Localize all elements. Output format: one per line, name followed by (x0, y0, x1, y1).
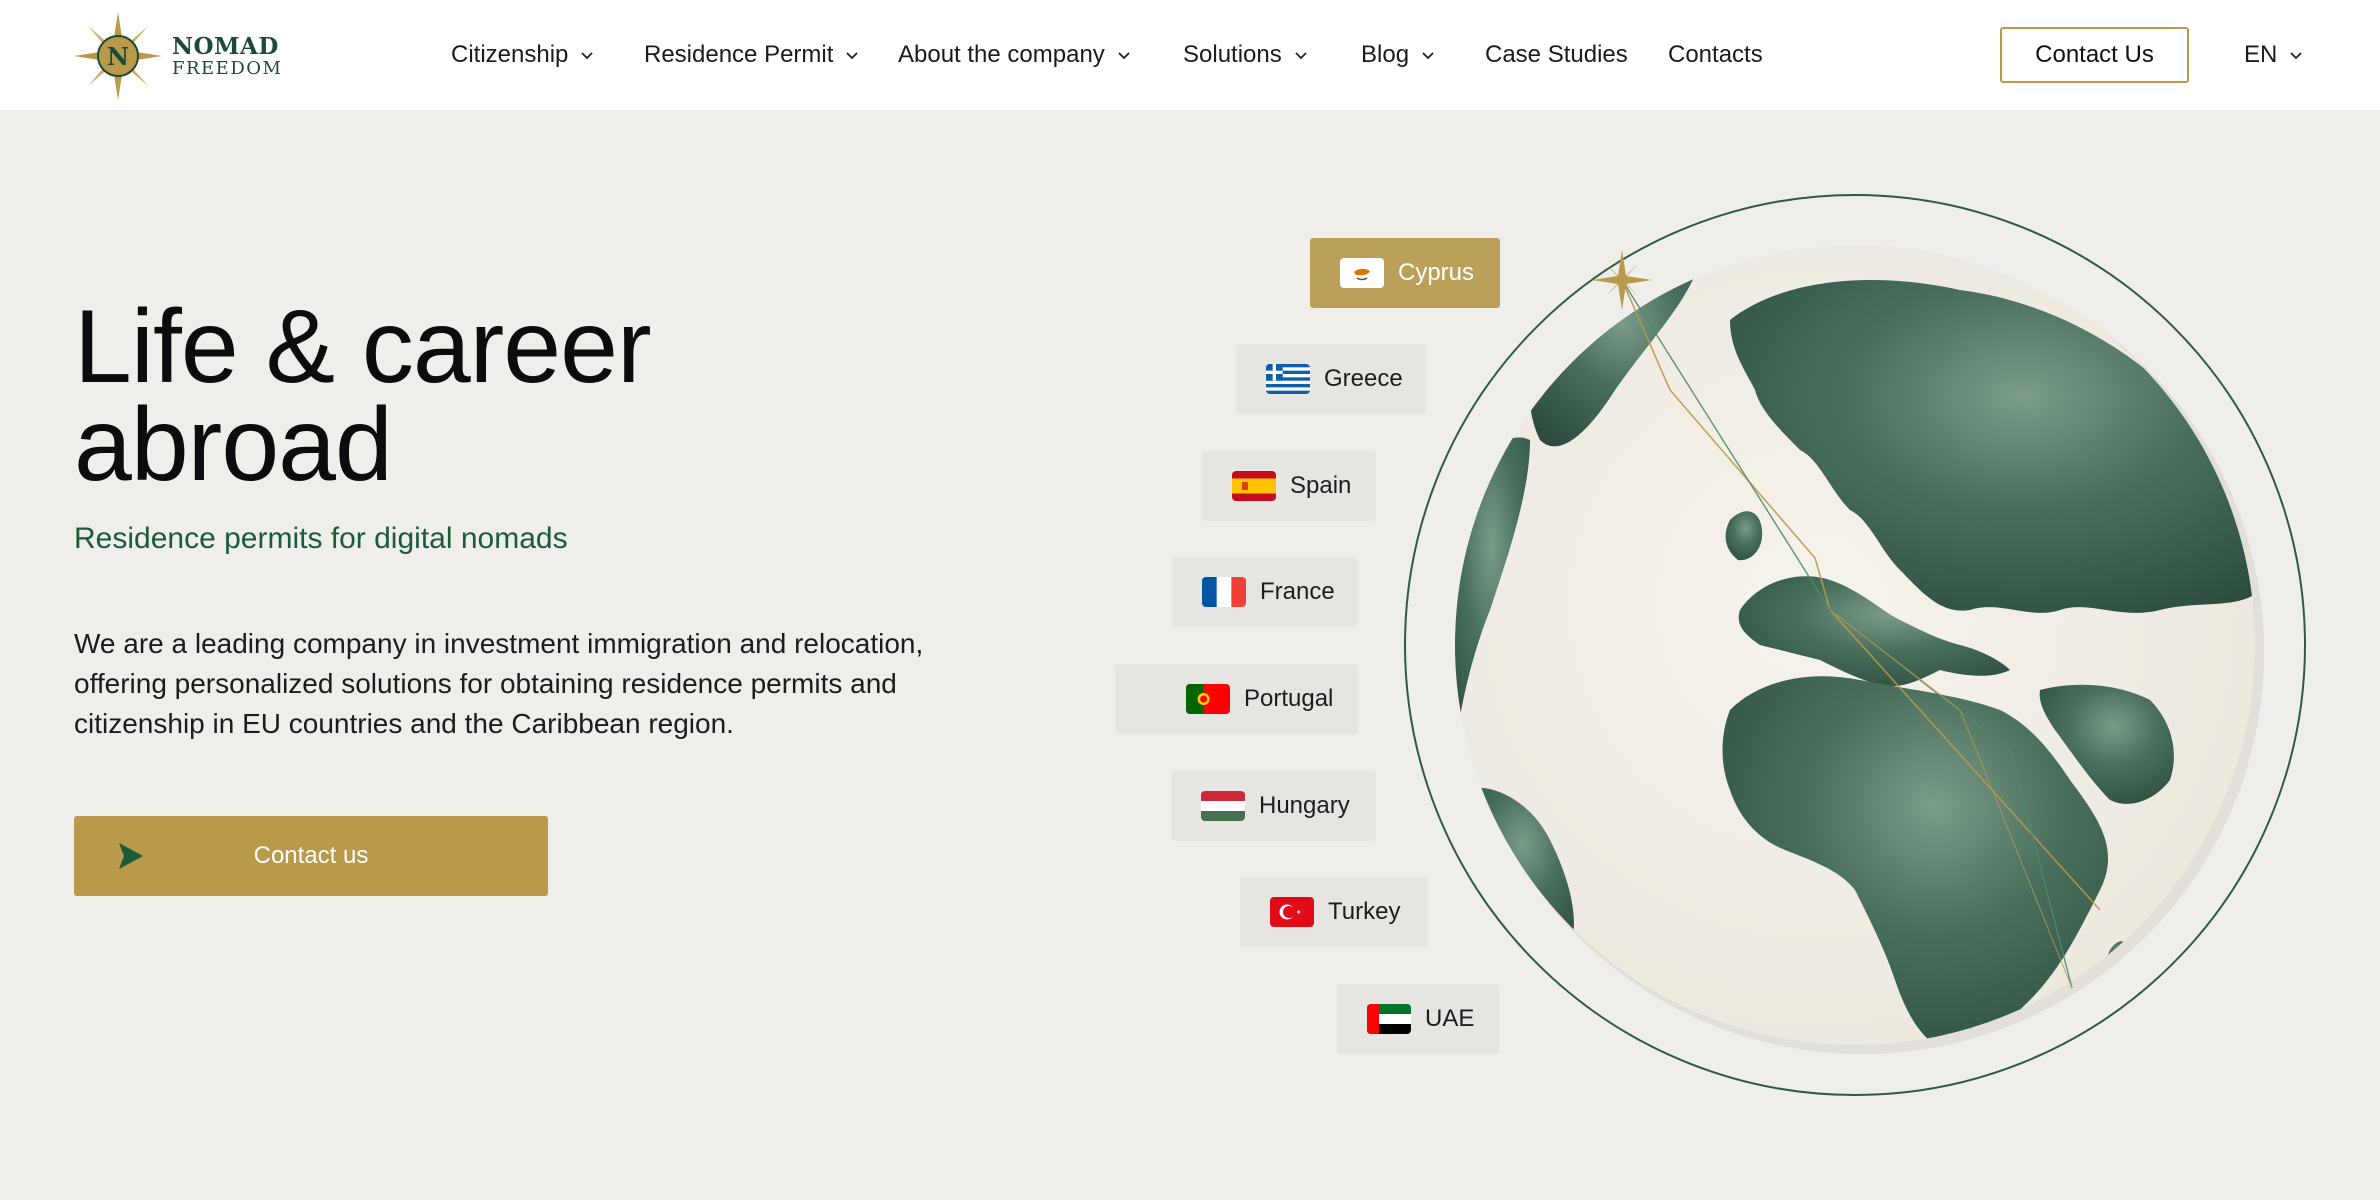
chevron-down-icon (846, 52, 859, 60)
compass-emblem-icon: N (74, 12, 162, 100)
nav-item-about-the-company[interactable]: About the company (898, 38, 1131, 72)
nav-item-label: Solutions (1183, 41, 1282, 68)
nav-item-label: Contacts (1668, 41, 1763, 68)
site-header: N NOMAD FREEDOM Citizenship Residence Pe… (0, 0, 2380, 110)
globe-illustration (1400, 190, 2310, 1100)
nav-item-label: About the company (898, 41, 1105, 68)
country-label: Spain (1290, 472, 1352, 499)
hungary-flag-icon (1201, 791, 1245, 821)
hero-description: We are a leading company in investment i… (74, 628, 924, 739)
contact-us-header-button[interactable]: Contact Us (2000, 27, 2189, 83)
chevron-down-icon (1118, 52, 1130, 60)
brand-line-1: NOMAD (172, 32, 279, 60)
country-label: Hungary (1259, 792, 1350, 819)
country-label: Turkey (1328, 898, 1401, 925)
nav-item-label: Citizenship (451, 41, 569, 68)
nav-item-residence-permit[interactable]: Residence Permit (644, 38, 859, 72)
brand-wordmark: NOMAD FREEDOM (172, 35, 282, 78)
nav-item-solutions[interactable]: Solutions (1183, 38, 1308, 72)
country-label: Greece (1324, 365, 1403, 392)
country-label: UAE (1425, 1005, 1475, 1032)
nav-item-label: Residence Permit (644, 41, 834, 68)
country-chip-turkey[interactable]: Turkey (1240, 877, 1428, 947)
turkey-flag-icon (1270, 897, 1314, 927)
contact-us-cta-button[interactable]: Contact us (74, 816, 548, 896)
chevron-down-icon (2290, 52, 2302, 60)
nav-item-label: Case Studies (1485, 41, 1628, 68)
language-selector[interactable]: EN (2244, 38, 2303, 72)
nav-item-blog[interactable]: Blog (1361, 38, 1435, 72)
country-chip-greece[interactable]: Greece (1236, 344, 1426, 414)
country-chip-cyprus[interactable]: Cyprus (1310, 238, 1500, 308)
nav-item-label: Blog (1361, 41, 1410, 68)
country-label: Portugal (1244, 685, 1334, 712)
cyprus-flag-icon (1340, 258, 1384, 288)
nav-item-citizenship[interactable]: Citizenship (451, 38, 594, 72)
country-label: Cyprus (1398, 259, 1475, 286)
spain-flag-icon (1232, 471, 1276, 501)
hero-subtitle: Residence permits for digital nomads (74, 522, 568, 555)
greece-flag-icon (1266, 364, 1310, 394)
france-flag-icon (1202, 577, 1246, 607)
country-label: France (1260, 578, 1335, 605)
compass-star-icon (1592, 250, 1652, 310)
svg-text:N: N (107, 42, 129, 71)
language-label: EN (2244, 41, 2278, 68)
country-chip-spain[interactable]: Spain (1202, 451, 1376, 521)
hero-title-line-2: abroad (74, 387, 393, 503)
country-chip-uae[interactable]: UAE (1337, 984, 1499, 1054)
brand-logo[interactable]: N NOMAD FREEDOM (72, 10, 292, 102)
country-chip-france[interactable]: France (1172, 557, 1358, 627)
chevron-down-icon (1295, 52, 1307, 60)
nav-item-contacts[interactable]: Contacts (1668, 38, 1763, 72)
nav-item-case-studies[interactable]: Case Studies (1485, 38, 1628, 72)
portugal-flag-icon (1186, 684, 1230, 714)
country-chip-hungary[interactable]: Hungary (1171, 771, 1376, 841)
chevron-down-icon (1422, 52, 1434, 60)
hero-title: Life & career abroad (74, 295, 974, 497)
country-chip-portugal[interactable]: Portugal (1115, 664, 1358, 734)
uae-flag-icon (1367, 1004, 1411, 1034)
chevron-down-icon (581, 52, 594, 60)
cta-label: Contact us (253, 842, 369, 869)
brand-line-2: FREEDOM (172, 57, 283, 79)
